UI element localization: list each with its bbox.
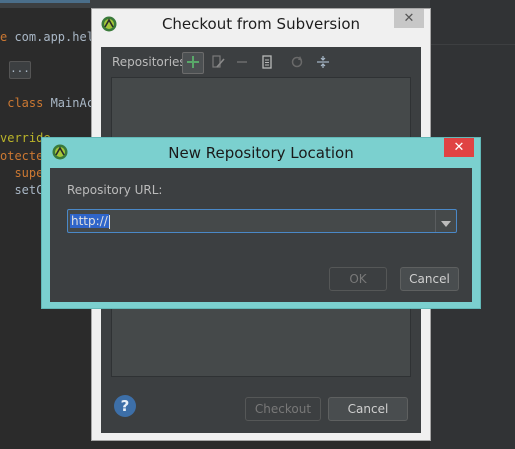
code-fold-marker[interactable]: ... — [9, 61, 31, 79]
checkout-dialog-title: Checkout from Subversion — [161, 15, 361, 33]
repository-url-label: Repository URL: — [67, 183, 163, 197]
collapse-all-button[interactable] — [312, 52, 334, 74]
code-line-super: supe — [0, 166, 44, 180]
refresh-icon — [290, 54, 304, 73]
ok-button[interactable]: OK — [329, 267, 387, 291]
refresh-button[interactable] — [286, 52, 308, 74]
repository-url-input[interactable]: http:// — [70, 212, 430, 230]
help-icon[interactable]: ? — [114, 395, 136, 417]
collapse-icon — [316, 54, 330, 73]
checkout-button[interactable]: Checkout — [245, 397, 321, 421]
new-repository-cancel-button[interactable]: Cancel — [400, 267, 459, 291]
add-repository-button[interactable] — [182, 52, 204, 74]
document-icon — [260, 54, 274, 73]
code-line-setcontent: setC — [0, 183, 44, 197]
checkout-titlebar[interactable]: Checkout from Subversion ✕ — [92, 9, 430, 39]
remove-repository-button[interactable] — [231, 52, 253, 74]
new-repository-titlebar[interactable]: New Repository Location ✕ — [42, 138, 480, 168]
code-line-protected: otecte — [0, 149, 44, 163]
browse-repository-button[interactable] — [256, 52, 278, 74]
minus-icon — [235, 54, 249, 73]
editor-right-divider — [430, 44, 515, 45]
close-icon[interactable]: ✕ — [394, 9, 424, 28]
new-repository-dialog-title: New Repository Location — [168, 144, 354, 162]
dropdown-arrow-button[interactable] — [435, 210, 456, 232]
repositories-label: Repositories: — [112, 55, 190, 69]
url-text-selection: http:// — [70, 214, 109, 228]
chevron-down-icon — [441, 212, 451, 231]
edit-icon — [211, 54, 225, 73]
new-repository-dialog: New Repository Location ✕ Repository URL… — [41, 137, 481, 309]
plus-icon — [186, 54, 200, 73]
checkout-cancel-button[interactable]: Cancel — [328, 397, 408, 421]
code-line-class: class MainAc — [0, 96, 94, 110]
active-tab-indicator — [0, 0, 90, 3]
text-caret — [108, 214, 110, 229]
repository-url-combobox[interactable]: http:// — [67, 209, 457, 233]
code-line-package: e com.app.hel — [0, 30, 94, 44]
new-repository-content: Repository URL: http:// OK Cancel — [50, 168, 472, 302]
edit-repository-button[interactable] — [207, 52, 229, 74]
close-icon[interactable]: ✕ — [444, 138, 474, 157]
